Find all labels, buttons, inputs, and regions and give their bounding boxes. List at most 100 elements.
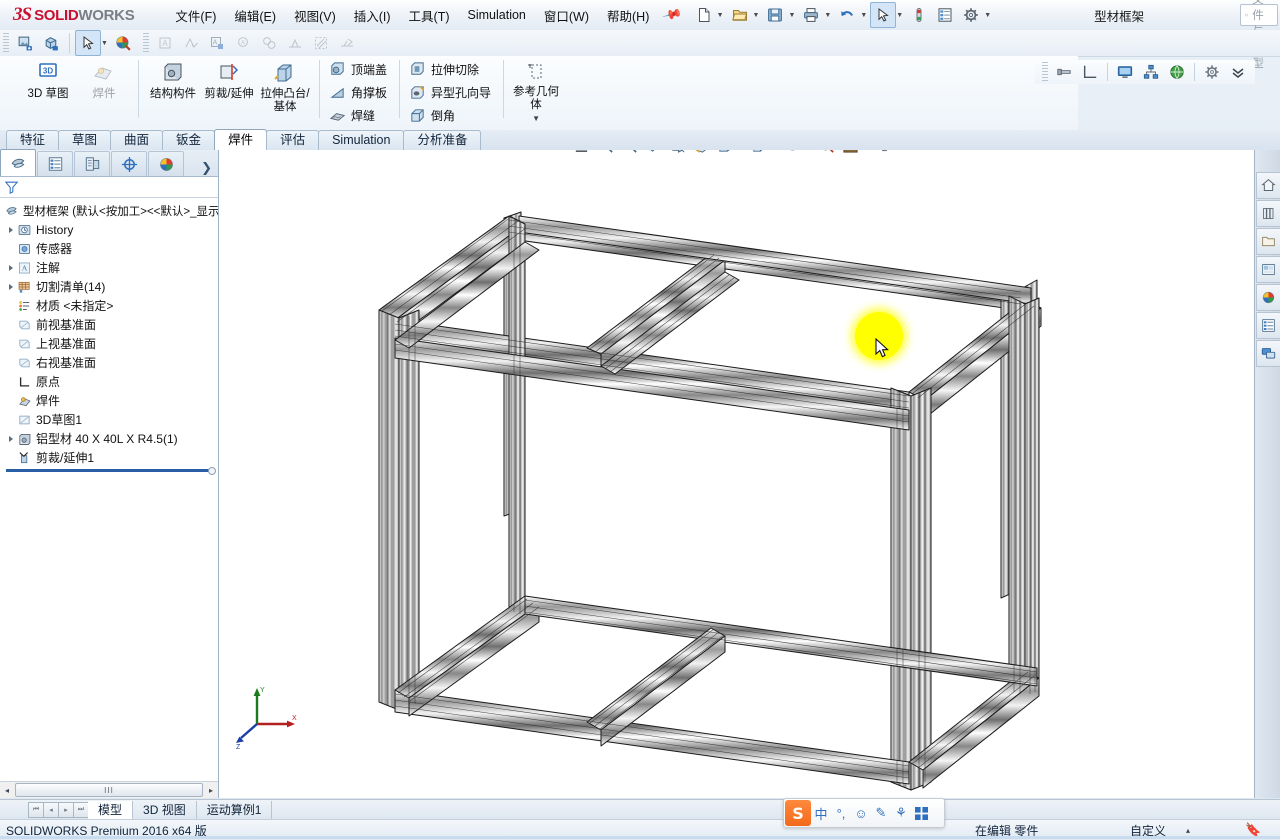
expand-toggle[interactable]: [4, 435, 17, 442]
task-pane-file-explorer-icon[interactable]: [1256, 228, 1280, 255]
ribbon-chamfer[interactable]: 倒角: [406, 104, 461, 127]
tab-nav-first[interactable]: ⏮: [28, 802, 44, 818]
measure-icon[interactable]: [1077, 59, 1103, 85]
hscroll-thumb[interactable]: III: [15, 783, 203, 797]
ribbon-structural-member[interactable]: 结构构件: [145, 58, 201, 105]
edit-part-icon[interactable]: [38, 30, 64, 56]
ribbon-trim-extend[interactable]: 剪裁/延伸: [201, 58, 257, 105]
tree-item-annotations[interactable]: A 注解: [0, 258, 218, 277]
tab-nav-prev[interactable]: ◂: [43, 802, 59, 818]
annotation-toolbar-grip[interactable]: [142, 33, 149, 53]
secondary-toolbar-grip[interactable]: [3, 33, 9, 53]
graphics-area[interactable]: ▼ ▼ ▼ ▼ ▼ ◂ ▸ – ❐ ✕: [219, 150, 1255, 798]
ribbon-reference-geometry[interactable]: 参考几何体 ▼: [510, 58, 562, 127]
ribbon-weldment[interactable]: 焊件: [76, 58, 132, 105]
doc-tab-motion-study-1[interactable]: 运动算例1: [197, 801, 273, 819]
tree-item-origin[interactable]: 原点: [0, 372, 218, 391]
hscroll-right-arrow[interactable]: ▸: [204, 786, 218, 795]
ribbon-3d-sketch[interactable]: 3D 3D 草图: [20, 58, 76, 105]
select-arrow-dropdown-icon[interactable]: ▼: [101, 40, 108, 47]
select-cursor-icon[interactable]: [870, 2, 897, 28]
doc-tab-3d-views[interactable]: 3D 视图: [133, 801, 197, 819]
save-dropdown-icon[interactable]: ▼: [788, 12, 795, 19]
menu-tools[interactable]: 工具(T): [400, 1, 459, 30]
undo-icon[interactable]: [834, 2, 860, 28]
task-pane-view-palette-icon[interactable]: [1256, 256, 1280, 283]
tree-item-sensors[interactable]: 传感器: [0, 239, 218, 258]
monitor-icon[interactable]: [1112, 59, 1138, 85]
task-pane-design-library-icon[interactable]: [1256, 200, 1280, 227]
tab-evaluate[interactable]: 评估: [266, 130, 320, 150]
model-frame-3d[interactable]: [219, 150, 1255, 798]
panel-tab-property-manager[interactable]: [37, 151, 73, 176]
select-arrow-icon[interactable]: [75, 30, 101, 56]
ribbon-extrude-boss[interactable]: 拉伸凸台/基体: [257, 58, 313, 117]
tree-item-front-plane[interactable]: 前视基准面: [0, 315, 218, 334]
tree-item-material[interactable]: 材质 <未指定>: [0, 296, 218, 315]
ime-handwriting-button[interactable]: ✎: [871, 801, 891, 825]
doc-tab-model[interactable]: 模型: [88, 801, 134, 819]
status-custom-caret-icon[interactable]: ▴: [1186, 826, 1190, 835]
search-input[interactable]: 搜索文件与模型: [1240, 0, 1278, 70]
reference-geometry-dropdown-icon[interactable]: ▼: [532, 114, 540, 123]
new-document-dropdown-icon[interactable]: ▼: [717, 12, 724, 19]
ime-toolbox-button[interactable]: [911, 801, 931, 825]
tree-item-weldment[interactable]: 焊件: [0, 391, 218, 410]
tab-nav-last[interactable]: ⏭: [73, 802, 89, 818]
panel-tab-dimxpert[interactable]: [111, 151, 147, 176]
chevron-double-down-icon[interactable]: [1225, 59, 1251, 85]
tab-weldments[interactable]: 焊件: [214, 129, 268, 150]
tree-item-trim-extend1[interactable]: 剪裁/延伸1: [0, 448, 218, 467]
tree-root[interactable]: 型材框架 (默认<按加工><<默认>_显示: [0, 201, 218, 220]
settings-gear-icon[interactable]: [1199, 59, 1225, 85]
ribbon-hole-wizard[interactable]: 异型孔向导: [406, 81, 497, 104]
task-pane-appearances-icon[interactable]: [1256, 284, 1280, 311]
rebuild-icon[interactable]: [906, 2, 932, 28]
expand-toggle[interactable]: [4, 264, 17, 271]
tree-item-right-plane[interactable]: 右视基准面: [0, 353, 218, 372]
panel-tab-display-manager[interactable]: [148, 151, 184, 176]
ime-emoji-button[interactable]: ☺: [851, 801, 871, 825]
ime-logo-icon[interactable]: S: [785, 800, 811, 826]
tree-item-history[interactable]: History: [0, 220, 218, 239]
globe-icon[interactable]: [1164, 59, 1190, 85]
menu-view[interactable]: 视图(V): [285, 1, 345, 30]
save-icon[interactable]: [762, 2, 788, 28]
print-dropdown-icon[interactable]: ▼: [824, 12, 831, 19]
menu-help[interactable]: 帮助(H): [598, 1, 658, 30]
ime-language-toggle[interactable]: 中: [811, 801, 831, 825]
tree-item-3d-sketch1[interactable]: 3D草图1: [0, 410, 218, 429]
task-pane-custom-properties-icon[interactable]: [1256, 312, 1280, 339]
pin-icon[interactable]: 📌: [661, 4, 684, 26]
ribbon-right-grip[interactable]: [1042, 62, 1048, 82]
feature-tree[interactable]: 型材框架 (默认<按加工><<默认>_显示 History 传感器 A 注解 切…: [0, 198, 218, 509]
expand-toggle[interactable]: [4, 283, 17, 290]
tab-simulation[interactable]: Simulation: [318, 130, 405, 150]
tab-nav-next[interactable]: ▸: [58, 802, 74, 818]
ribbon-gusset[interactable]: 角撑板: [326, 81, 393, 104]
tab-surfaces[interactable]: 曲面: [110, 130, 164, 150]
network-icon[interactable]: [1138, 59, 1164, 85]
task-pane-forum-icon[interactable]: [1256, 340, 1280, 367]
ime-voice-button[interactable]: ⚘: [891, 801, 911, 825]
rollback-bar[interactable]: [6, 467, 216, 475]
print-icon[interactable]: [798, 2, 824, 28]
new-document-icon[interactable]: [691, 2, 717, 28]
hscroll-left-arrow[interactable]: ◂: [0, 786, 14, 795]
feature-tree-filter[interactable]: [0, 177, 218, 198]
options-dropdown-icon[interactable]: ▼: [984, 12, 991, 19]
sogou-ime-toolbar[interactable]: S 中 °, ☺ ✎ ⚘: [783, 798, 945, 828]
fastener-icon[interactable]: [1051, 59, 1077, 85]
menu-file[interactable]: 文件(F): [166, 1, 225, 30]
tree-item-structural-member1[interactable]: 铝型材 40 X 40L X R4.5(1): [0, 429, 218, 448]
tab-features[interactable]: 特征: [6, 130, 60, 150]
tree-item-top-plane[interactable]: 上视基准面: [0, 334, 218, 353]
open-document-icon[interactable]: [727, 2, 753, 28]
panel-tab-configuration-manager[interactable]: [74, 151, 110, 176]
panel-tab-feature-manager[interactable]: [0, 149, 36, 176]
tree-item-cut-list[interactable]: 切割清单(14): [0, 277, 218, 296]
undo-dropdown-icon[interactable]: ▼: [860, 12, 867, 19]
open-document-dropdown-icon[interactable]: ▼: [753, 12, 760, 19]
tab-analysis-prep[interactable]: 分析准备: [403, 130, 482, 150]
expand-toggle[interactable]: [4, 226, 17, 233]
